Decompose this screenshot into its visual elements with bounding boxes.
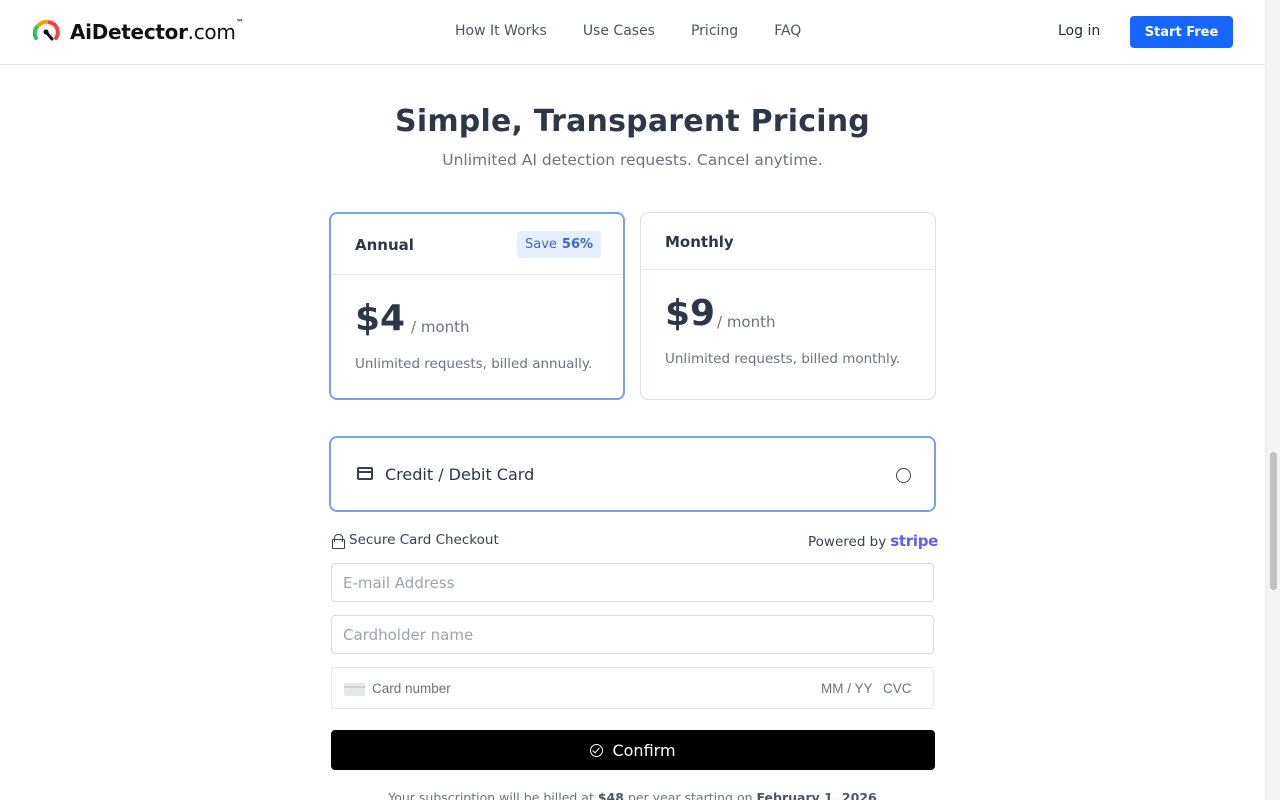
lock-icon <box>332 533 345 549</box>
card-cvc-input[interactable]: CVC <box>883 681 912 696</box>
footnote-date: February 1, 2026 <box>756 790 877 800</box>
plan-period: / month <box>411 318 470 336</box>
footnote-amount: $48 <box>597 790 624 800</box>
email-field[interactable] <box>331 563 934 602</box>
nav-how-it-works[interactable]: How It Works <box>455 23 547 39</box>
check-circle-icon <box>590 743 604 757</box>
logo[interactable]: AiDetector.com ™ <box>32 18 244 46</box>
confirm-label: Confirm <box>612 740 676 760</box>
save-badge: Save 56% <box>517 231 602 258</box>
cardholder-name-field[interactable] <box>331 615 934 654</box>
plan-description: Unlimited requests, billed monthly. <box>665 351 901 367</box>
logo-brand: AiDetector <box>70 20 188 44</box>
powered-by: Powered by stripe <box>808 532 938 550</box>
confirm-button[interactable]: Confirm <box>331 730 935 770</box>
login-link[interactable]: Log in <box>1058 23 1100 39</box>
secure-checkout-text: Secure Card Checkout <box>349 532 499 548</box>
plan-header: Annual Save 56% <box>331 214 623 275</box>
logo-text: AiDetector.com ™ <box>70 18 244 44</box>
card-number-input[interactable]: Card number <box>372 681 451 696</box>
plan-name: Annual <box>355 236 414 254</box>
plan-card-annual[interactable]: Annual Save 56% $4 / month Unlimited req… <box>329 212 625 400</box>
main-nav: How It Works Use Cases Pricing FAQ <box>455 23 801 39</box>
nav-pricing[interactable]: Pricing <box>691 23 738 39</box>
card-expiry-input[interactable]: MM / YY <box>821 681 873 696</box>
logo-trademark: ™ <box>235 18 244 27</box>
page-title: Simple, Transparent Pricing <box>395 104 870 139</box>
page-subtitle: Unlimited AI detection requests. Cancel … <box>442 151 823 169</box>
footnote-middle: per year starting on <box>627 790 753 800</box>
logo-domain: .com <box>187 20 236 44</box>
card-details-field[interactable]: Card number MM / YY CVC <box>331 667 934 709</box>
card-brand-icon <box>344 683 365 696</box>
save-badge-value: 56% <box>561 237 594 252</box>
nav-use-cases[interactable]: Use Cases <box>583 23 655 39</box>
payment-method-label: Credit / Debit Card <box>385 465 535 484</box>
save-badge-prefix: Save <box>525 237 557 252</box>
logo-gauge-icon <box>32 19 60 41</box>
stripe-logo: stripe <box>890 532 938 550</box>
plan-price: $4 <box>355 298 406 339</box>
plan-period: / month <box>717 313 776 331</box>
plan-description: Unlimited requests, billed annually. <box>355 356 593 372</box>
plan-card-monthly[interactable]: Monthly $9 / month Unlimited requests, b… <box>640 212 936 400</box>
nav-faq[interactable]: FAQ <box>774 23 801 39</box>
footnote-prefix: Your subscription will be billed at <box>388 790 594 800</box>
top-header: AiDetector.com ™ How It Works Use Cases P… <box>0 0 1265 65</box>
billing-footnote: Your subscription will be billed at $48 … <box>0 790 1265 800</box>
powered-by-text: Powered by <box>808 534 887 550</box>
secure-checkout-label: Secure Card Checkout <box>332 532 499 549</box>
credit-card-icon <box>357 467 373 480</box>
start-free-button[interactable]: Start Free <box>1130 16 1233 48</box>
payment-method-radio[interactable] <box>896 468 911 483</box>
scrollbar-thumb[interactable] <box>1270 452 1277 590</box>
plan-name: Monthly <box>665 233 734 251</box>
plan-header: Monthly <box>641 213 935 270</box>
plan-price: $9 <box>665 293 716 334</box>
payment-method-card[interactable]: Credit / Debit Card <box>329 436 936 512</box>
page-scrollbar[interactable] <box>1265 0 1280 800</box>
